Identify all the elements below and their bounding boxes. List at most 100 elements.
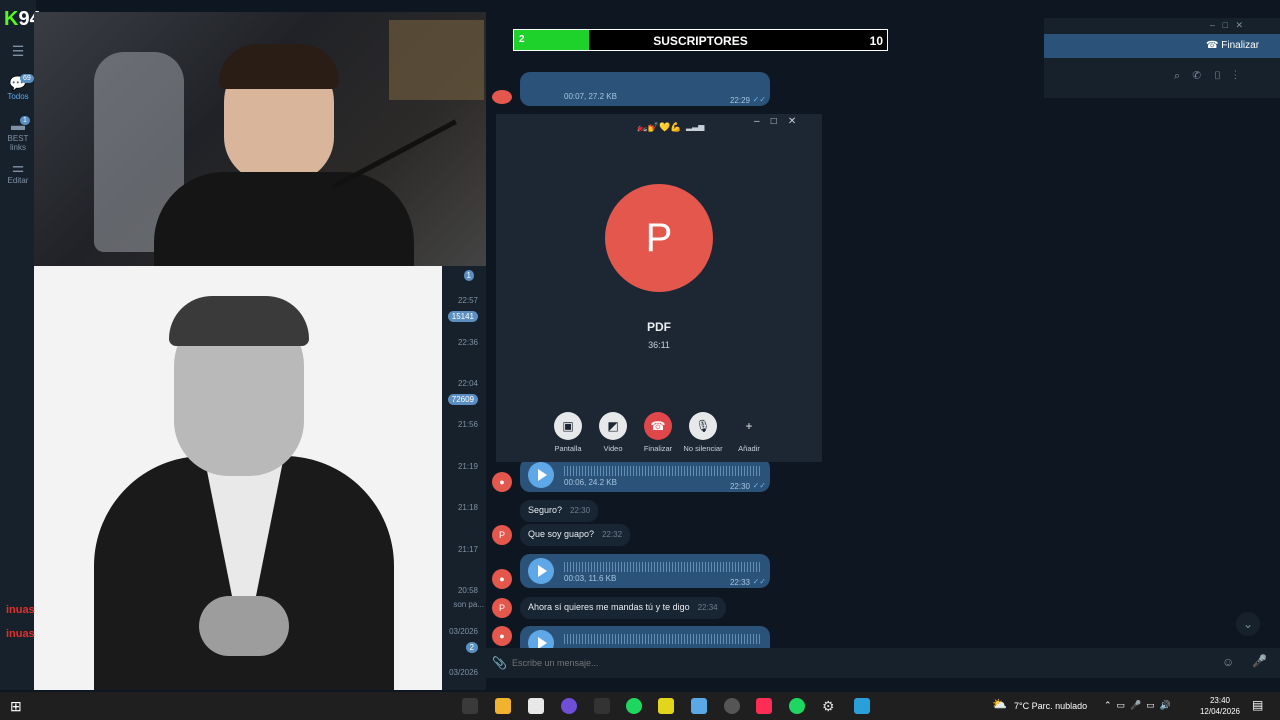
hands xyxy=(199,596,289,656)
unread-badge: 15141 xyxy=(447,311,478,322)
chat-time: 03/2026 xyxy=(449,668,478,677)
play-icon[interactable] xyxy=(528,630,554,648)
notepad-icon[interactable] xyxy=(528,698,544,714)
chat-snippet: son pa... xyxy=(453,600,484,609)
maximize-icon[interactable]: □ xyxy=(771,116,777,127)
call-button-label: No silenciar xyxy=(683,444,723,453)
sidebar-icon[interactable]: ▯ xyxy=(1213,70,1221,82)
voice-message[interactable] xyxy=(520,626,770,648)
telegram-icon[interactable] xyxy=(854,698,870,714)
play-icon[interactable] xyxy=(528,558,554,584)
app-icon[interactable] xyxy=(691,698,707,714)
voice-message[interactable]: 00:03, 11.6 KB 22:33 ✓✓ xyxy=(520,554,770,588)
mic-arm xyxy=(331,119,457,190)
folder-badge: 1 xyxy=(20,116,30,125)
folder-todos[interactable]: 💬 69 Todos xyxy=(0,74,36,101)
search-icon[interactable]: ⌕ xyxy=(1174,70,1180,82)
end-call-button[interactable]: ☎ Finalizar xyxy=(633,412,683,453)
unread-badge: 72609 xyxy=(447,394,478,405)
clock-date[interactable]: 12/04/2026 xyxy=(1196,707,1244,716)
folder-best-links[interactable]: ▬ 1 BEST links xyxy=(0,116,36,152)
chat-list: 1 22:57 15141 22:36 22:04 72609 21:56 21… xyxy=(442,266,486,690)
file-explorer-icon[interactable] xyxy=(495,698,511,714)
sliders-icon: ⚌ xyxy=(11,159,25,175)
norton-icon[interactable] xyxy=(658,698,674,714)
weather-text[interactable]: 7°C Parc. nublado xyxy=(1014,701,1087,711)
portrait-photo xyxy=(34,266,442,690)
call-window-controls: – □ ✕ xyxy=(754,116,796,127)
voice-message[interactable]: 00:06, 24.2 KB 22:30 ✓✓ xyxy=(520,458,770,492)
message-time: 22:32 xyxy=(602,530,623,539)
tiktok-icon[interactable] xyxy=(756,698,772,714)
chat-time: 21:56 xyxy=(457,420,478,429)
text-message[interactable]: Seguro? 22:30 xyxy=(520,500,599,522)
minimize-icon[interactable]: – xyxy=(754,116,760,127)
chevron-down-icon: ⌄ xyxy=(1242,617,1254,631)
hangup-icon: ☎ xyxy=(644,412,672,440)
notifications-icon[interactable]: ▤ xyxy=(1252,698,1263,712)
goal-target: 10 xyxy=(869,34,883,48)
chat-time: 21:18 xyxy=(457,503,478,512)
task-view-icon[interactable] xyxy=(462,698,478,714)
folder-label: BEST links xyxy=(7,134,29,152)
capcut-icon[interactable] xyxy=(594,698,610,714)
sender-avatar xyxy=(492,90,512,104)
message-text: Que soy guapo? xyxy=(528,529,595,539)
folder-label: Todos xyxy=(7,92,29,101)
message-time: 22:34 xyxy=(697,603,718,612)
voice-meta: 00:07, 27.2 KB xyxy=(564,92,617,101)
spotify-icon[interactable] xyxy=(626,698,642,714)
sender-avatar: ● xyxy=(492,626,512,646)
active-call-bar[interactable]: ☎ Finalizar xyxy=(1044,34,1280,58)
message-input[interactable] xyxy=(512,654,1212,672)
tray-icons[interactable]: ⌃ ▭ 🎤 ▭ 🔊 xyxy=(1104,700,1171,711)
window-controls: – □ ✕ xyxy=(1210,20,1243,30)
emoji-icon[interactable]: ☺ xyxy=(1222,655,1234,669)
waveform xyxy=(564,466,760,476)
chat-header: – □ ✕ ☎ Finalizar ⌕ ✆ ▯ ⋮ xyxy=(1044,18,1280,98)
mute-button[interactable]: 🎙 No silenciar xyxy=(678,412,728,453)
play-icon[interactable] xyxy=(528,462,554,488)
attach-icon[interactable]: 📎 xyxy=(492,656,507,670)
folder-editar[interactable]: ⚌ Editar xyxy=(0,160,36,185)
video-button[interactable]: ◩ Video xyxy=(588,412,638,453)
message-text: Ahora sí quieres me mandas tú y te digo xyxy=(528,602,690,612)
stream-chat-line: inuas xyxy=(6,604,35,616)
stream-chat-line: inuas xyxy=(6,628,35,640)
microphone-icon[interactable]: 🎤 xyxy=(1252,654,1267,668)
chat-time: 21:17 xyxy=(457,545,478,554)
end-call-label: Finalizar xyxy=(1221,40,1260,51)
goal-label: SUSCRIPTORES xyxy=(653,34,748,48)
call-duration: 36:11 xyxy=(648,340,670,350)
windows-start-icon[interactable]: ⊞ xyxy=(10,698,22,715)
clock-time[interactable]: 23:40 xyxy=(1200,696,1240,705)
settings-icon[interactable]: ⚙ xyxy=(822,698,835,715)
weather-icon: ⛅ xyxy=(992,697,1007,711)
more-icon[interactable]: ⋮ xyxy=(1234,70,1237,82)
phone-icon[interactable]: ✆ xyxy=(1192,70,1201,82)
voice-message[interactable]: 00:07, 27.2 KB 22:29 ✓✓ xyxy=(520,72,770,106)
text-message[interactable]: Que soy guapo? 22:32 xyxy=(520,524,631,546)
text-message[interactable]: Ahora sí quieres me mandas tú y te digo 2… xyxy=(520,597,726,619)
spotify-icon[interactable] xyxy=(789,698,805,714)
close-icon[interactable]: ✕ xyxy=(788,116,796,127)
scroll-down-button[interactable]: ⌄ xyxy=(1236,612,1260,636)
screen-icon: ▣ xyxy=(554,412,582,440)
chat-time: 20:58 xyxy=(457,586,478,595)
screen-share-button[interactable]: ▣ Pantalla xyxy=(543,412,593,453)
chrome-icon[interactable] xyxy=(561,698,577,714)
emoji-key: 🏍️💅💛💪 xyxy=(636,122,682,132)
call-button-label: Añadir xyxy=(738,444,760,453)
logo-letter: K xyxy=(4,8,19,30)
add-user-icon: + xyxy=(745,419,753,433)
webcam-feed xyxy=(34,12,486,266)
add-participant-button[interactable]: + Añadir xyxy=(724,412,774,453)
folder-label: Editar xyxy=(7,176,29,185)
obs-icon[interactable] xyxy=(724,698,740,714)
call-window: 🏍️💅💛💪 ▂▃▅ – □ ✕ P PDF 36:11 ▣ Pantalla ◩… xyxy=(496,114,822,462)
read-check-icon: ✓✓ xyxy=(752,95,766,104)
menu-button[interactable]: ☰ xyxy=(0,44,36,60)
end-call-button[interactable]: ☎ Finalizar xyxy=(1206,40,1259,51)
wall-poster xyxy=(389,20,484,100)
message-text: Seguro? xyxy=(528,505,563,515)
